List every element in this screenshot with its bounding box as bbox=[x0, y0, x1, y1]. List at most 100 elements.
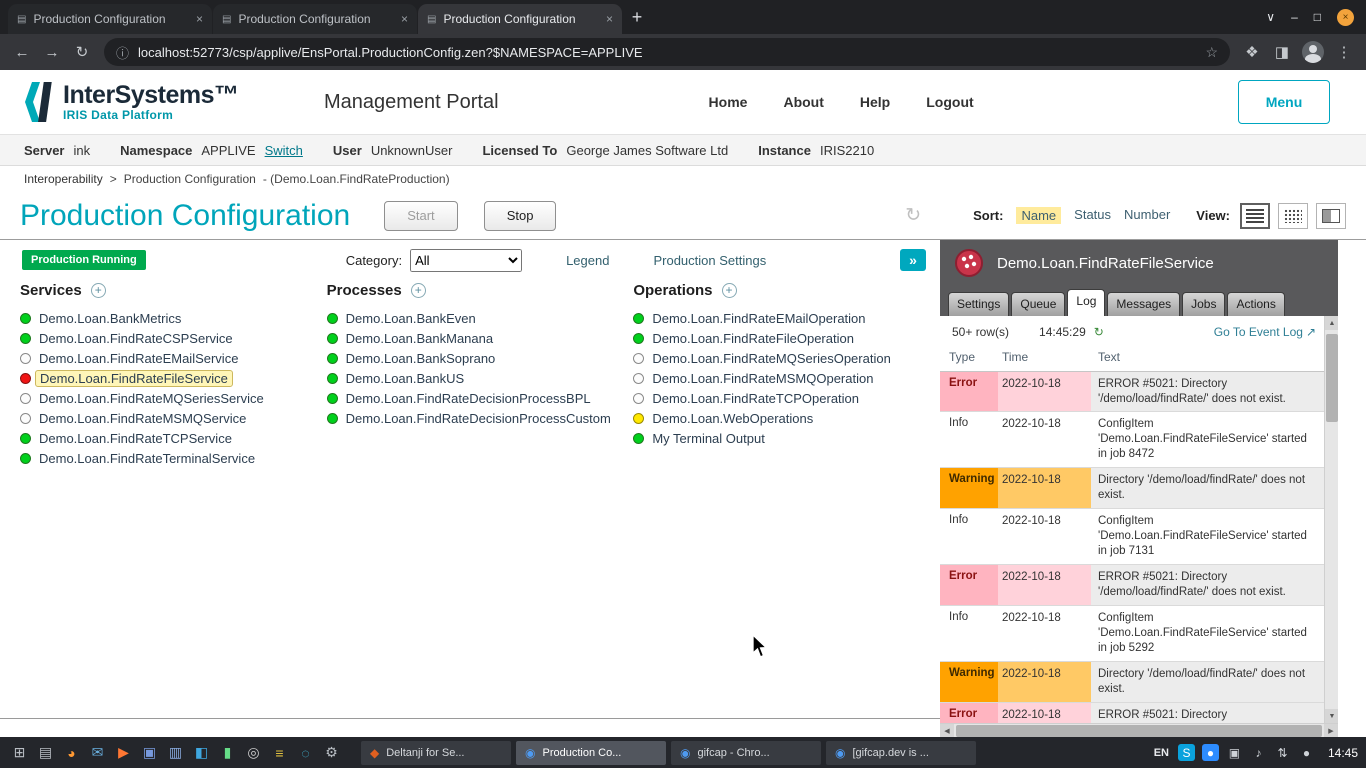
taskbar-window-button[interactable]: ◆Deltanji for Se... bbox=[361, 741, 511, 765]
view-list-icon[interactable] bbox=[1240, 203, 1270, 229]
config-item[interactable]: Demo.Loan.FindRateEMailOperation bbox=[633, 308, 940, 328]
extensions-icon[interactable]: ❖ bbox=[1238, 38, 1266, 66]
notes-icon[interactable]: ≡ bbox=[268, 741, 291, 765]
media-player-icon[interactable]: ▶ bbox=[112, 741, 135, 765]
stop-button[interactable]: Stop bbox=[484, 201, 557, 231]
tab-close-icon[interactable]: × bbox=[606, 12, 613, 26]
skype-icon[interactable]: S bbox=[1178, 744, 1195, 761]
config-item[interactable]: Demo.Loan.FindRateMQSeriesOperation bbox=[633, 348, 940, 368]
config-item[interactable]: Demo.Loan.BankEven bbox=[327, 308, 634, 328]
new-tab-button[interactable]: + bbox=[623, 3, 651, 31]
config-item[interactable]: Demo.Loan.FindRateEMailService bbox=[20, 348, 327, 368]
log-row[interactable]: Warning2022-10-1814:45:15.008Directory '… bbox=[940, 468, 1324, 509]
config-item[interactable]: Demo.Loan.WebOperations bbox=[633, 408, 940, 428]
expand-panel-button[interactable]: » bbox=[900, 249, 926, 271]
side-panel-icon[interactable]: ◨ bbox=[1268, 38, 1296, 66]
vertical-scroll-thumb[interactable] bbox=[1326, 334, 1338, 422]
go-to-event-log-link[interactable]: Go To Event Log ↗ bbox=[1214, 325, 1316, 339]
config-item[interactable]: Demo.Loan.FindRateMSMQService bbox=[20, 408, 327, 428]
config-item[interactable]: Demo.Loan.FindRateMSMQOperation bbox=[633, 368, 940, 388]
category-select[interactable]: All bbox=[410, 249, 522, 272]
network-icon[interactable]: ⇅ bbox=[1274, 744, 1291, 761]
config-item[interactable]: Demo.Loan.BankManana bbox=[327, 328, 634, 348]
config-item[interactable]: Demo.Loan.FindRateCSPService bbox=[20, 328, 327, 348]
sort-option-number[interactable]: Number bbox=[1124, 207, 1170, 224]
sort-option-status[interactable]: Status bbox=[1074, 207, 1111, 224]
sort-option-name[interactable]: Name bbox=[1016, 207, 1061, 224]
language-indicator[interactable]: EN bbox=[1154, 747, 1169, 759]
settings-icon[interactable]: ⚙ bbox=[320, 741, 343, 765]
config-item[interactable]: Demo.Loan.FindRateTCPOperation bbox=[633, 388, 940, 408]
config-item[interactable]: Demo.Loan.FindRateDecisionProcessBPL bbox=[327, 388, 634, 408]
nav-help[interactable]: Help bbox=[860, 94, 890, 110]
nav-home[interactable]: Home bbox=[709, 94, 748, 110]
production-settings-link[interactable]: Production Settings bbox=[653, 253, 766, 268]
log-row[interactable]: Error2022-10-18ERROR #5021: Directory '/… bbox=[940, 703, 1324, 723]
bookmark-star-icon[interactable]: ☆ bbox=[1205, 44, 1218, 61]
config-item[interactable]: Demo.Loan.BankSoprano bbox=[327, 348, 634, 368]
back-icon[interactable]: ← bbox=[8, 38, 36, 66]
browser-tab[interactable]: ▤Production Configuration× bbox=[8, 4, 212, 34]
site-info-icon[interactable]: ⓘ bbox=[116, 43, 129, 62]
file-manager-icon[interactable]: ▤ bbox=[34, 741, 57, 765]
code-editor-icon[interactable]: ◧ bbox=[190, 741, 213, 765]
tab-close-icon[interactable]: × bbox=[401, 12, 408, 26]
log-refresh-icon[interactable]: ↻ bbox=[1094, 325, 1104, 339]
zoom-icon[interactable]: ● bbox=[1202, 744, 1219, 761]
start-button[interactable]: Start bbox=[384, 201, 457, 231]
add-item-icon[interactable]: + bbox=[722, 283, 737, 298]
close-icon[interactable]: × bbox=[1337, 9, 1354, 26]
tab-close-icon[interactable]: × bbox=[196, 12, 203, 26]
address-bar[interactable]: ⓘ localhost:52773/csp/applive/EnsPortal.… bbox=[104, 38, 1230, 66]
screen-share-icon[interactable]: ▣ bbox=[1226, 744, 1243, 761]
browser-tab[interactable]: ▤Production Configuration× bbox=[213, 4, 417, 34]
taskbar-window-button[interactable]: ◉[gifcap.dev is ... bbox=[826, 741, 976, 765]
terminal-icon[interactable]: ▮ bbox=[216, 741, 239, 765]
log-row[interactable]: Info2022-10-1814:41:31.092ConfigItem 'De… bbox=[940, 509, 1324, 565]
config-item[interactable]: Demo.Loan.BankUS bbox=[327, 368, 634, 388]
nav-logout[interactable]: Logout bbox=[926, 94, 973, 110]
chevron-down-icon[interactable]: ∨ bbox=[1266, 10, 1275, 24]
scroll-left-icon[interactable]: ◀ bbox=[940, 724, 954, 738]
config-item[interactable]: Demo.Loan.FindRateMQSeriesService bbox=[20, 388, 327, 408]
panel-tab-queue[interactable]: Queue bbox=[1011, 292, 1065, 316]
panel-tab-actions[interactable]: Actions bbox=[1227, 292, 1284, 316]
office-icon[interactable]: ▣ bbox=[138, 741, 161, 765]
scroll-down-icon[interactable]: ▼ bbox=[1325, 709, 1338, 723]
config-item[interactable]: Demo.Loan.BankMetrics bbox=[20, 308, 327, 328]
chat-icon[interactable]: ◌ bbox=[294, 741, 317, 765]
add-item-icon[interactable]: + bbox=[91, 283, 106, 298]
profile-avatar[interactable] bbox=[1302, 41, 1324, 63]
screenshot-icon[interactable]: ◎ bbox=[242, 741, 265, 765]
forward-icon[interactable]: → bbox=[38, 38, 66, 66]
breadcrumb-interoperability[interactable]: Interoperability bbox=[24, 172, 103, 186]
panel-horizontal-scrollbar[interactable]: ◀ ▶ bbox=[940, 723, 1338, 737]
log-row[interactable]: Warning2022-10-1814:36:57.041Directory '… bbox=[940, 662, 1324, 703]
panel-tab-settings[interactable]: Settings bbox=[948, 292, 1009, 316]
panel-tab-messages[interactable]: Messages bbox=[1107, 292, 1180, 316]
maximize-icon[interactable]: □ bbox=[1314, 10, 1321, 24]
legend-link[interactable]: Legend bbox=[566, 253, 609, 268]
notifications-icon[interactable]: ● bbox=[1298, 744, 1315, 761]
config-item[interactable]: Demo.Loan.FindRateTCPService bbox=[20, 428, 327, 448]
minimize-icon[interactable]: – bbox=[1291, 10, 1298, 24]
url-text[interactable]: localhost:52773/csp/applive/EnsPortal.Pr… bbox=[138, 45, 1196, 60]
log-row[interactable]: Info2022-10-1814:45:15.009ConfigItem 'De… bbox=[940, 412, 1324, 468]
config-item[interactable]: Demo.Loan.FindRateFileService bbox=[20, 368, 327, 388]
panel-tab-log[interactable]: Log bbox=[1067, 289, 1105, 316]
config-item[interactable]: My Terminal Output bbox=[633, 428, 940, 448]
view-grid-icon[interactable] bbox=[1278, 203, 1308, 229]
app-menu-icon[interactable]: ⊞ bbox=[8, 741, 31, 765]
scroll-up-icon[interactable]: ▲ bbox=[1325, 316, 1338, 330]
taskbar-window-button[interactable]: ◉gifcap - Chro... bbox=[671, 741, 821, 765]
nav-about[interactable]: About bbox=[783, 94, 823, 110]
firefox-icon[interactable]: ◕ bbox=[60, 741, 83, 765]
taskbar-window-button[interactable]: ◉Production Co... bbox=[516, 741, 666, 765]
view-split-icon[interactable] bbox=[1316, 203, 1346, 229]
config-item[interactable]: Demo.Loan.FindRateFileOperation bbox=[633, 328, 940, 348]
log-row[interactable]: Info2022-10-1814:36:57.042ConfigItem 'De… bbox=[940, 606, 1324, 662]
horizontal-scroll-thumb[interactable] bbox=[956, 725, 1322, 737]
browser-menu-icon[interactable]: ⋮ bbox=[1330, 38, 1358, 66]
panel-tab-jobs[interactable]: Jobs bbox=[1182, 292, 1225, 316]
log-row[interactable]: Error2022-10-1814:36:57.043ERROR #5021: … bbox=[940, 565, 1324, 606]
